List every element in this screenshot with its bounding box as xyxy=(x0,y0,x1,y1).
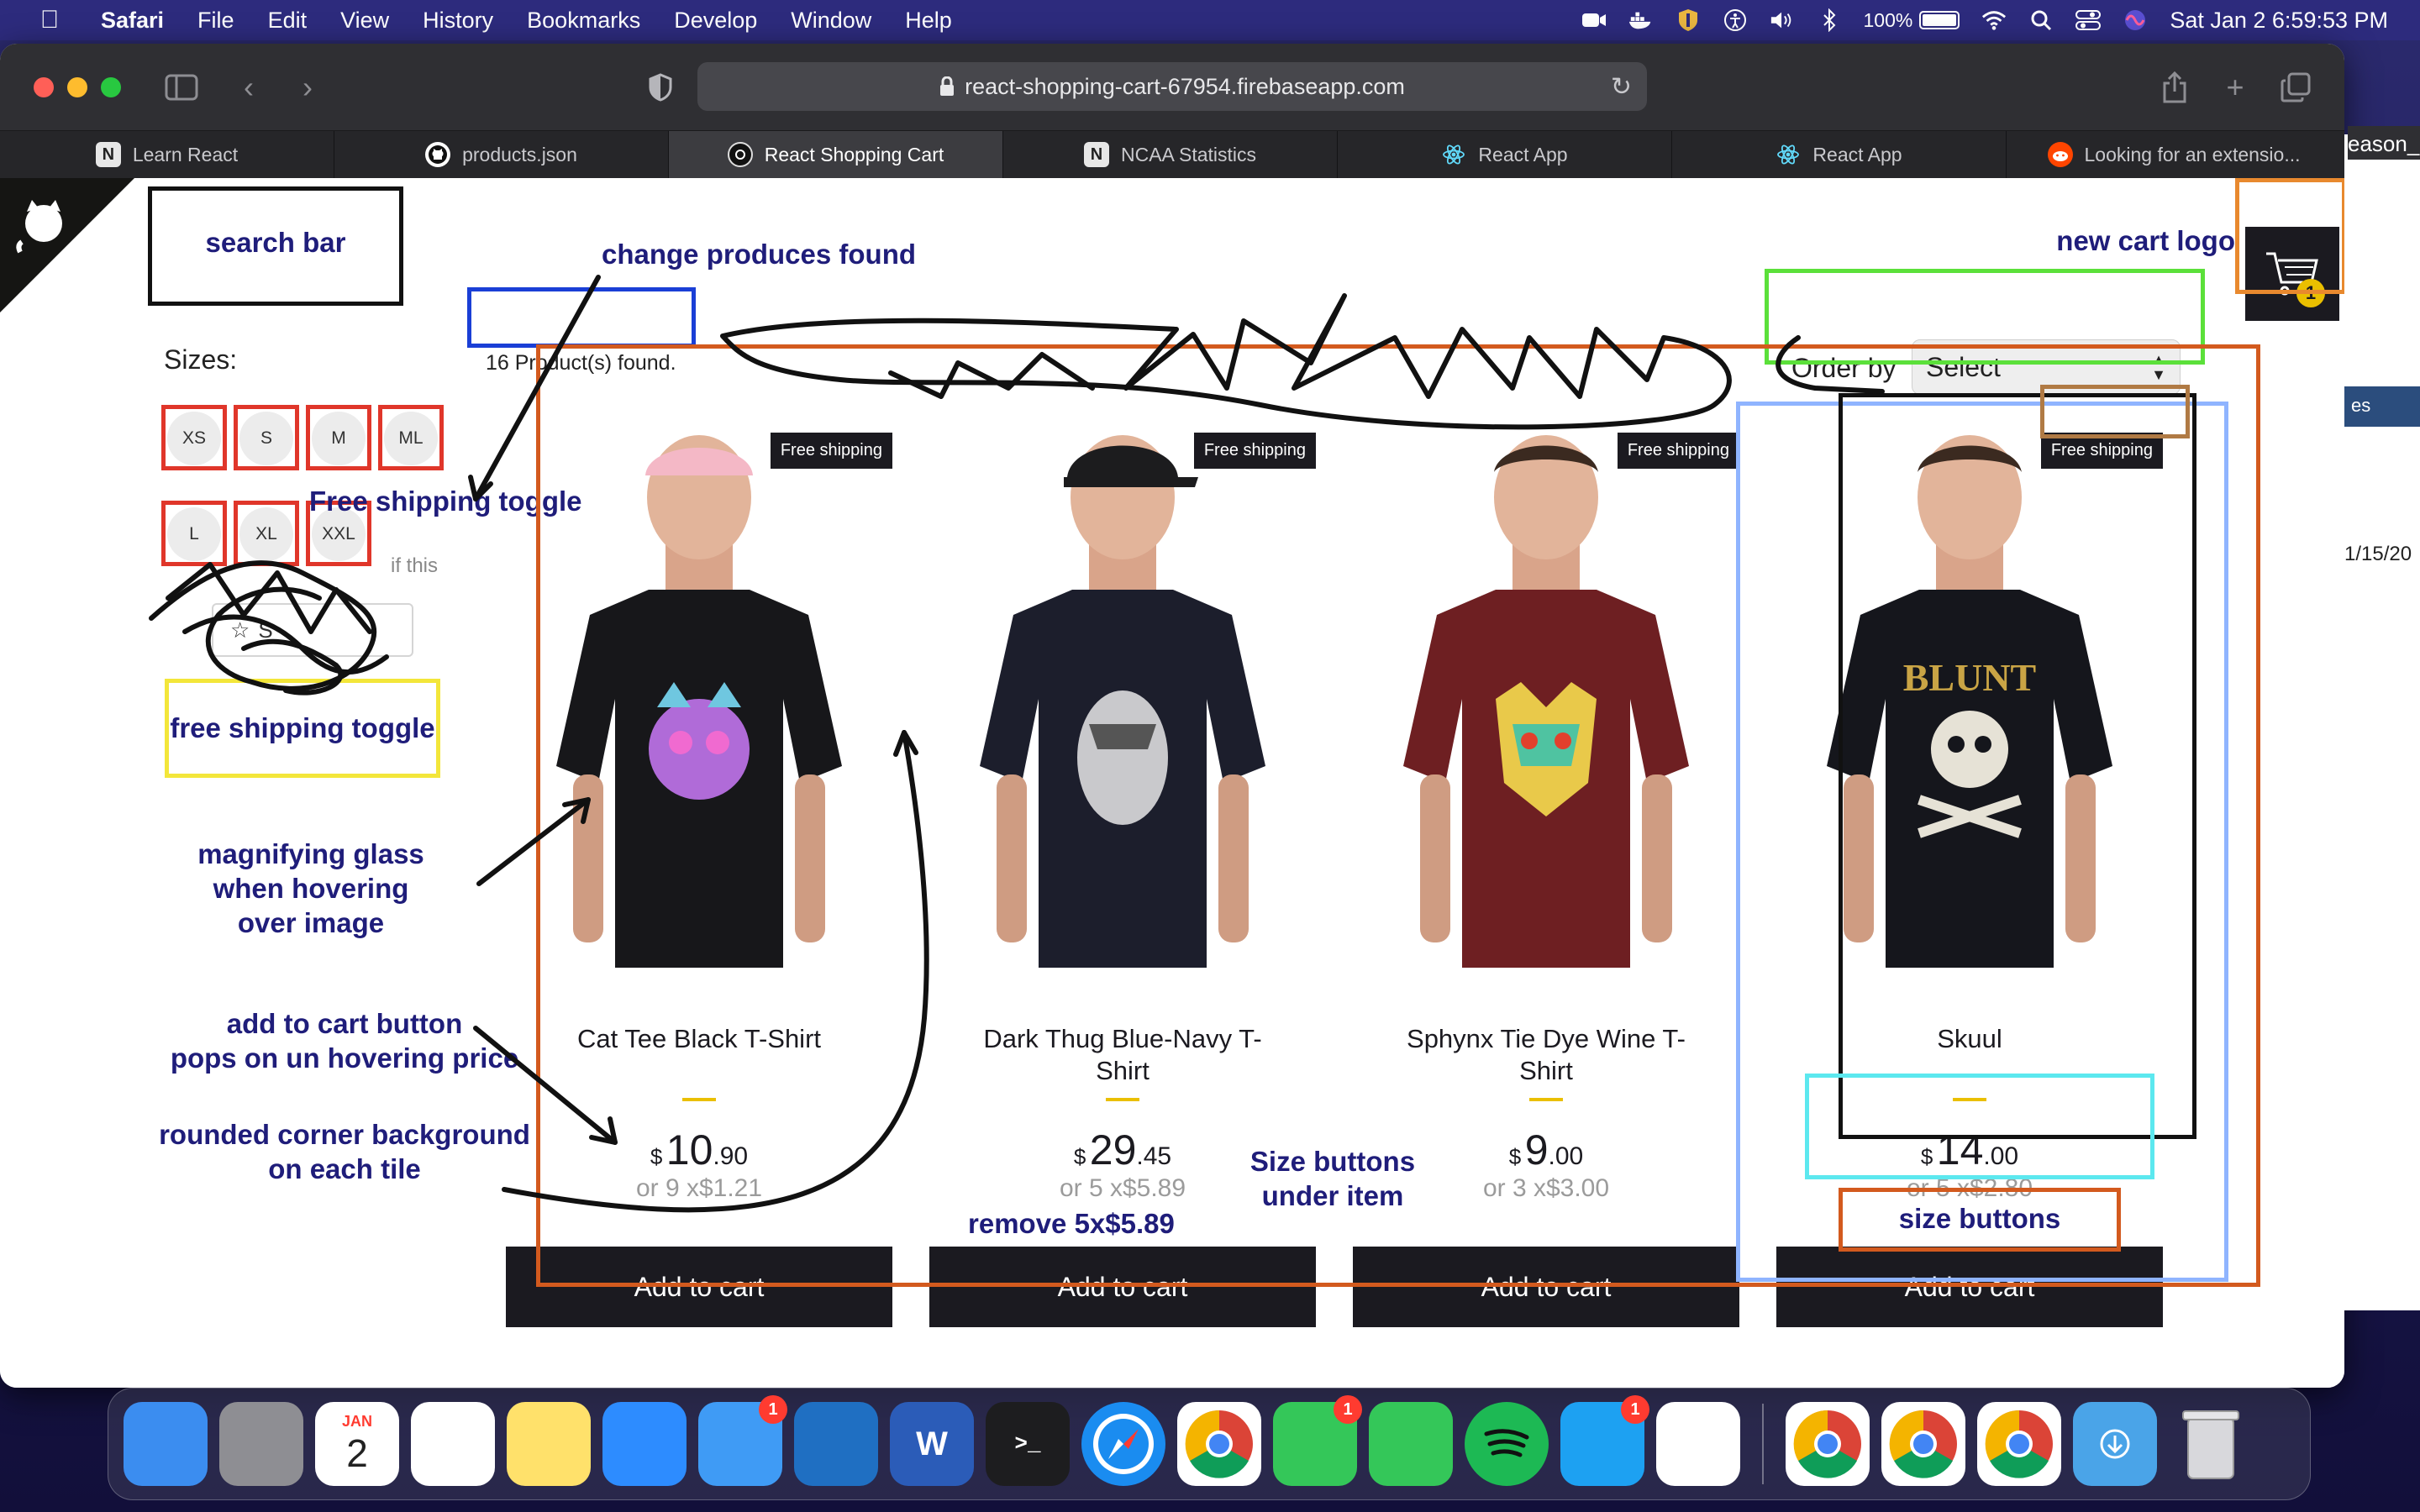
trash-icon[interactable] xyxy=(2169,1402,2253,1486)
chrome-icon[interactable] xyxy=(1786,1402,1870,1486)
apple-menu-icon[interactable]:  xyxy=(37,6,62,34)
new-tab-icon[interactable]: + xyxy=(2213,66,2257,109)
sidebar-toggle-icon[interactable] xyxy=(160,66,203,109)
twitter-icon[interactable]: 1 xyxy=(1560,1395,1649,1486)
notion-icon: N xyxy=(95,142,121,167)
notification-badge: 1 xyxy=(1334,1395,1362,1424)
slack-icon[interactable] xyxy=(1656,1402,1740,1486)
spotlight-search-icon[interactable] xyxy=(2028,9,2054,31)
chrome-icon[interactable] xyxy=(1177,1402,1261,1486)
menu-edit[interactable]: Edit xyxy=(268,8,308,34)
tab-label: Learn React xyxy=(132,143,239,165)
system-preferences-icon[interactable] xyxy=(219,1402,303,1486)
spotify-icon[interactable] xyxy=(1465,1402,1549,1486)
tab-react-shopping-cart[interactable]: React Shopping Cart xyxy=(669,131,1003,178)
tab-label: products.json xyxy=(462,143,577,165)
tab-products-json[interactable]: products.json xyxy=(334,131,669,178)
calendar-icon[interactable]: JAN 2 xyxy=(315,1402,399,1486)
menu-bookmarks[interactable]: Bookmarks xyxy=(527,8,640,34)
minimize-window-button[interactable] xyxy=(67,77,87,97)
privacy-shield-icon[interactable] xyxy=(639,66,682,109)
volume-icon[interactable] xyxy=(1770,9,1795,31)
zoom-window-button[interactable] xyxy=(101,77,121,97)
tab-bar: N Learn React products.json React Shoppi… xyxy=(0,131,2344,178)
browser-toolbar: ‹ › react-shopping-cart-67954.firebaseap… xyxy=(0,44,2344,131)
react-icon xyxy=(1441,142,1466,167)
safari-icon[interactable] xyxy=(1081,1402,1165,1486)
menu-file[interactable]: File xyxy=(197,8,234,34)
vscode-icon[interactable] xyxy=(794,1402,878,1486)
tab-reddit[interactable]: Looking for an extensio... xyxy=(2007,131,2341,178)
share-icon[interactable] xyxy=(2153,66,2196,109)
shopping-cart-page: Sizes: XS S M ML L XL XXL 16 Product(s) … xyxy=(0,178,2344,1388)
app-menu[interactable]: Safari xyxy=(101,8,164,34)
chrome-icon[interactable] xyxy=(1977,1402,2061,1486)
menu-bar:  Safari File Edit View History Bookmark… xyxy=(0,0,2420,40)
tab-react-app-1[interactable]: React App xyxy=(1338,131,1672,178)
accessibility-icon[interactable] xyxy=(1723,9,1748,31)
siri-icon[interactable] xyxy=(2123,9,2148,31)
battery-percent: 100% xyxy=(1863,8,1913,31)
background-window-text: 1/15/20 xyxy=(2344,543,2412,565)
background-window-text: es xyxy=(2351,395,2371,416)
tab-label: NCAA Statistics xyxy=(1120,143,1257,165)
lock-icon xyxy=(940,76,955,96)
dock: JAN 2 1 W >_ 1 1 xyxy=(108,1388,2311,1500)
mail-icon[interactable]: 1 xyxy=(698,1395,787,1486)
notion-icon: N xyxy=(1083,142,1109,167)
menu-window[interactable]: Window xyxy=(791,8,871,34)
forward-button[interactable]: › xyxy=(286,66,329,109)
battery-icon xyxy=(1919,11,1960,29)
back-button[interactable]: ‹ xyxy=(227,66,271,109)
notes-icon[interactable] xyxy=(507,1402,591,1486)
menu-history[interactable]: History xyxy=(423,8,493,34)
tab-learn-react[interactable]: N Learn React xyxy=(0,131,334,178)
close-window-button[interactable] xyxy=(34,77,54,97)
site-favicon-icon xyxy=(727,142,753,167)
reddit-icon xyxy=(2047,142,2073,167)
messages-icon[interactable] xyxy=(1369,1402,1453,1486)
zoom-icon[interactable] xyxy=(602,1402,687,1486)
safari-window: ‹ › react-shopping-cart-67954.firebaseap… xyxy=(0,44,2344,1388)
reload-icon[interactable]: ↻ xyxy=(1611,72,1632,102)
background-window-tab: es xyxy=(2344,386,2420,427)
tab-label: Looking for an extensio... xyxy=(2084,143,2301,165)
wifi-icon[interactable] xyxy=(1981,9,2007,31)
github-icon xyxy=(425,142,451,167)
shield-extension-icon[interactable] xyxy=(1676,9,1701,31)
dock-separator xyxy=(1762,1404,1764,1484)
clock[interactable]: Sat Jan 2 6:59:53 PM xyxy=(2170,8,2388,34)
notification-badge: 1 xyxy=(759,1395,787,1424)
word-icon[interactable]: W xyxy=(890,1402,974,1486)
control-center-icon[interactable] xyxy=(2075,9,2102,31)
tab-label: React Shopping Cart xyxy=(764,143,944,165)
address-bar[interactable]: react-shopping-cart-67954.firebaseapp.co… xyxy=(697,62,1647,111)
notification-badge: 1 xyxy=(1621,1395,1649,1424)
docker-icon[interactable] xyxy=(1628,9,1654,31)
zoom-status-icon[interactable] xyxy=(1581,9,1607,31)
facetime-icon[interactable]: 1 xyxy=(1273,1395,1362,1486)
annotation-scribbles xyxy=(149,275,1885,1213)
terminal-icon[interactable]: >_ xyxy=(986,1402,1070,1486)
background-window-text: eason_ xyxy=(2348,126,2420,160)
menu-view[interactable]: View xyxy=(340,8,389,34)
tab-ncaa-statistics[interactable]: N NCAA Statistics xyxy=(1003,131,1338,178)
url-text: react-shopping-cart-67954.firebaseapp.co… xyxy=(965,73,1405,99)
finder-icon[interactable] xyxy=(124,1402,208,1486)
menu-help[interactable]: Help xyxy=(905,8,952,34)
chrome-icon[interactable] xyxy=(1881,1402,1965,1486)
battery-status[interactable]: 100% xyxy=(1864,9,1960,32)
bluetooth-icon[interactable] xyxy=(1817,8,1842,32)
tab-react-app-2[interactable]: React App xyxy=(1672,131,2007,178)
downloads-folder-icon[interactable] xyxy=(2073,1402,2157,1486)
tab-overview-icon[interactable] xyxy=(2274,66,2317,109)
react-icon xyxy=(1776,142,1801,167)
tab-label: React App xyxy=(1812,143,1902,165)
background-window: eason_ es 1/15/20 xyxy=(2344,126,2420,1310)
menu-develop[interactable]: Develop xyxy=(674,8,757,34)
tab-label: React App xyxy=(1478,143,1568,165)
reminders-icon[interactable] xyxy=(411,1402,495,1486)
